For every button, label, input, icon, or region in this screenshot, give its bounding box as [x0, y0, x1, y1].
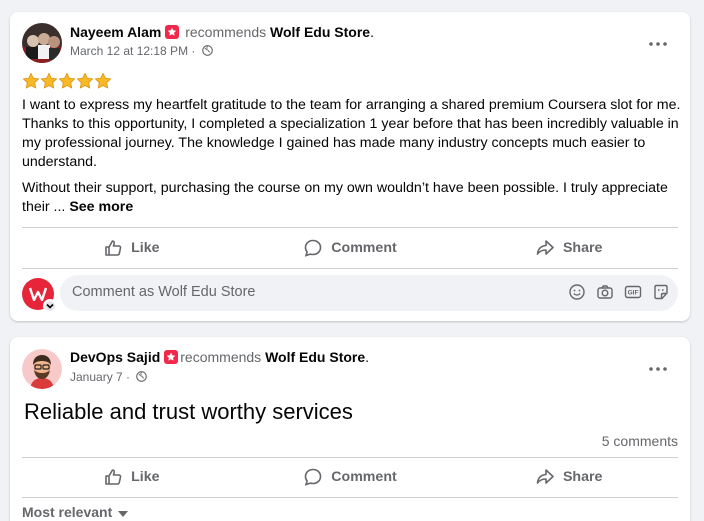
- share-icon: [536, 469, 554, 484]
- post-text: Reliable and trust worthy services: [24, 399, 353, 424]
- globe-icon: [201, 45, 213, 56]
- period: .: [370, 24, 374, 40]
- wolf-logo-icon: [29, 287, 47, 301]
- recommend-badge-icon: [165, 25, 180, 39]
- sticker-icon[interactable]: [652, 283, 670, 301]
- meta-separator: ·: [126, 370, 131, 384]
- like-icon: [105, 240, 122, 256]
- comment-label: Comment: [331, 469, 397, 485]
- divider: [22, 457, 678, 458]
- more-icon: [649, 33, 667, 51]
- comment-tools: GIF: [568, 283, 670, 301]
- author-name[interactable]: Nayeem Alam: [70, 24, 161, 40]
- comment-label: Comment: [331, 240, 397, 256]
- post-card: DevOps Sajid recommends Wolf Edu Store. J…: [10, 337, 690, 521]
- page-name-link[interactable]: Wolf Edu Store: [265, 349, 365, 365]
- more-options-button[interactable]: [640, 24, 676, 60]
- see-more-link[interactable]: See more: [69, 199, 133, 215]
- post-header: DevOps Sajid recommends Wolf Edu Store.: [70, 349, 369, 365]
- sort-label: Most relevant: [22, 504, 113, 520]
- caret-down-icon[interactable]: [43, 299, 57, 313]
- share-button[interactable]: Share: [459, 459, 678, 495]
- action-bar: Like Comment Share: [22, 230, 678, 266]
- meta-separator: ·: [191, 44, 196, 58]
- star-icon: [22, 72, 40, 89]
- share-label: Share: [562, 469, 603, 485]
- rating-stars: [22, 72, 112, 90]
- action-bar: Like Comment Share: [22, 459, 678, 495]
- author-avatar[interactable]: [22, 349, 62, 389]
- comment-button[interactable]: Comment: [241, 230, 460, 266]
- post-timestamp[interactable]: March 12 at 12:18 PM: [70, 44, 188, 58]
- divider: [22, 268, 678, 269]
- period: .: [365, 349, 370, 365]
- share-button[interactable]: Share: [459, 230, 678, 266]
- comments-count-link[interactable]: 5 comments: [602, 433, 678, 449]
- post-timestamp[interactable]: January 7: [70, 370, 123, 384]
- comment-placeholder: Comment as Wolf Edu Store: [72, 284, 256, 300]
- caret-down-icon: [118, 504, 129, 520]
- author-name[interactable]: DevOps Sajid: [70, 349, 160, 365]
- recommends-label: recommends: [180, 349, 262, 365]
- like-button[interactable]: Like: [22, 230, 241, 266]
- like-label: Like: [131, 469, 160, 485]
- recommends-label: recommends: [185, 24, 267, 40]
- comment-sort-dropdown[interactable]: Most relevant: [22, 504, 129, 520]
- page-name-link[interactable]: Wolf Edu Store: [270, 24, 370, 40]
- post-card: Nayeem Alam recommends Wolf Edu Store. M…: [10, 12, 690, 321]
- more-options-button[interactable]: [640, 349, 676, 385]
- more-icon: [649, 358, 667, 376]
- star-icon: [94, 72, 112, 89]
- like-button[interactable]: Like: [22, 459, 241, 495]
- divider: [22, 227, 678, 228]
- recommend-badge-icon: [164, 350, 179, 364]
- star-icon: [40, 72, 58, 89]
- author-avatar[interactable]: [22, 23, 62, 63]
- emoji-icon[interactable]: [568, 283, 586, 301]
- star-icon: [76, 72, 94, 89]
- post-header: Nayeem Alam recommends Wolf Edu Store.: [70, 24, 374, 40]
- share-icon: [536, 240, 554, 255]
- globe-icon: [136, 371, 148, 382]
- like-icon: [105, 469, 122, 485]
- post-meta: March 12 at 12:18 PM ·: [70, 44, 213, 58]
- comment-icon: [304, 468, 322, 486]
- star-icon: [58, 72, 76, 89]
- comment-input[interactable]: Comment as Wolf Edu Store GIF: [60, 275, 678, 311]
- divider: [22, 497, 678, 498]
- like-label: Like: [131, 240, 160, 256]
- page-avatar[interactable]: [22, 278, 57, 313]
- camera-icon[interactable]: [596, 283, 614, 301]
- svg-text:GIF: GIF: [628, 290, 639, 297]
- comment-composer: Comment as Wolf Edu Store GIF: [22, 275, 678, 313]
- gif-icon[interactable]: GIF: [624, 283, 642, 301]
- comment-icon: [304, 239, 322, 257]
- post-paragraph: I want to express my heartfelt gratitude…: [22, 97, 681, 170]
- share-label: Share: [562, 240, 603, 256]
- post-paragraph: Without their support, purchasing the co…: [22, 179, 682, 217]
- post-meta: January 7 ·: [70, 370, 148, 384]
- comment-button[interactable]: Comment: [241, 459, 460, 495]
